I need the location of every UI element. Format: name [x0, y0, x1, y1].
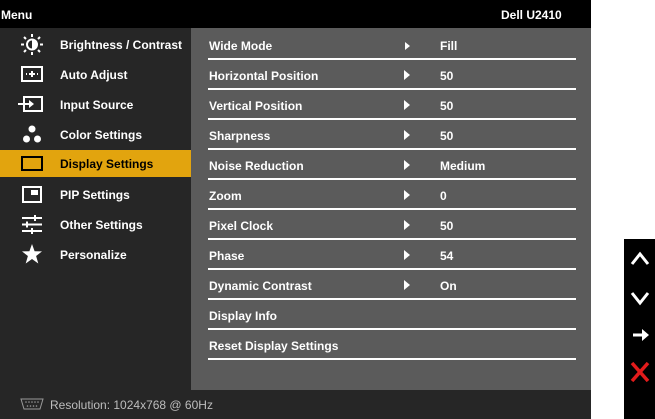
sidebar-item-label: Brightness / Contrast [60, 38, 183, 52]
up-arrow-icon[interactable] [628, 247, 652, 271]
sidebar-item-label: Display Settings [60, 157, 154, 171]
chevron-right-icon [404, 130, 410, 140]
row-label: Sharpness [209, 129, 271, 143]
down-arrow-icon[interactable] [628, 286, 652, 310]
row-value: 50 [440, 99, 454, 113]
chevron-right-icon [404, 70, 410, 80]
menu-row-pixel-clock[interactable]: Pixel Clock 50 [208, 209, 576, 240]
row-label: Noise Reduction [209, 159, 304, 173]
row-label: Display Info [209, 309, 278, 323]
row-label: Vertical Position [209, 99, 303, 113]
menu-row-phase[interactable]: Phase 54 [208, 239, 576, 270]
close-icon[interactable] [628, 360, 652, 384]
input-source-icon [18, 96, 43, 112]
menu-row-display-info[interactable]: Display Info [208, 299, 576, 330]
row-label: Horizontal Position [209, 69, 319, 83]
sidebar: Brightness / Contrast Auto Adjust Input … [0, 28, 191, 390]
row-value: Medium [440, 159, 486, 173]
auto-adjust-icon [21, 66, 43, 82]
osd-menu: Menu Dell U2410 Brightness / Contrast Au… [0, 0, 591, 419]
display-settings-icon [21, 156, 43, 171]
row-label: Zoom [209, 189, 242, 203]
sidebar-item-label: PIP Settings [60, 188, 130, 202]
row-label: Reset Display Settings [209, 339, 339, 353]
sidebar-item-label: Other Settings [60, 218, 143, 232]
sidebar-item-color-settings[interactable]: Color Settings [0, 121, 191, 148]
menu-row-vertical-position[interactable]: Vertical Position 50 [208, 89, 576, 120]
menu-row-sharpness[interactable]: Sharpness 50 [208, 119, 576, 150]
star-icon [22, 244, 42, 264]
monitor-model: Dell U2410 [501, 8, 562, 22]
menu-row-reset-display-settings[interactable]: Reset Display Settings [208, 329, 576, 360]
chevron-right-icon [404, 160, 410, 170]
row-value: 54 [440, 249, 454, 263]
sidebar-item-label: Personalize [60, 248, 127, 262]
status-bar: Resolution: 1024x768 @ 60Hz [0, 390, 591, 419]
settings-panel: Wide Mode Fill Horizontal Position 50 Ve… [191, 28, 591, 390]
sidebar-item-auto-adjust[interactable]: Auto Adjust [0, 61, 191, 88]
vga-icon [20, 398, 44, 410]
sidebar-item-display-settings[interactable]: Display Settings [0, 150, 191, 177]
menu-row-noise-reduction[interactable]: Noise Reduction Medium [208, 149, 576, 180]
chevron-right-icon [404, 100, 410, 110]
row-value: 50 [440, 129, 454, 143]
row-label: Wide Mode [209, 39, 273, 53]
sidebar-item-other-settings[interactable]: Other Settings [0, 211, 191, 238]
brightness-icon [21, 34, 43, 55]
sliders-icon [22, 215, 42, 234]
sidebar-item-label: Color Settings [60, 128, 143, 142]
row-value: On [440, 279, 457, 293]
row-value: 0 [440, 189, 447, 203]
color-settings-icon [23, 125, 41, 143]
title-bar: Menu Dell U2410 [0, 0, 591, 28]
sidebar-item-pip-settings[interactable]: PIP Settings [0, 181, 191, 208]
menu-row-horizontal-position[interactable]: Horizontal Position 50 [208, 59, 576, 90]
row-divider [208, 358, 576, 360]
chevron-right-icon [404, 280, 410, 290]
right-arrow-icon[interactable] [628, 323, 652, 347]
row-value: Fill [440, 39, 458, 53]
row-label: Dynamic Contrast [209, 279, 312, 293]
row-value: 50 [440, 69, 454, 83]
chevron-right-icon [404, 220, 410, 230]
row-value: 50 [440, 219, 454, 233]
menu-title: Menu [1, 8, 33, 22]
menu-row-dynamic-contrast[interactable]: Dynamic Contrast On [208, 269, 576, 300]
chevron-right-icon [404, 250, 410, 260]
sidebar-item-label: Auto Adjust [60, 68, 128, 82]
row-label: Phase [209, 249, 245, 263]
chevron-right-icon [404, 190, 410, 200]
resolution-text: Resolution: 1024x768 @ 60Hz [50, 398, 213, 412]
menu-row-zoom[interactable]: Zoom 0 [208, 179, 576, 210]
chevron-right-icon [405, 42, 410, 50]
row-label: Pixel Clock [209, 219, 274, 233]
osd-button-column [624, 239, 655, 419]
menu-row-wide-mode[interactable]: Wide Mode Fill [208, 29, 576, 60]
sidebar-item-brightness-contrast[interactable]: Brightness / Contrast [0, 31, 191, 58]
pip-icon [22, 186, 42, 203]
sidebar-item-label: Input Source [60, 98, 134, 112]
sidebar-item-input-source[interactable]: Input Source [0, 91, 191, 118]
sidebar-item-personalize[interactable]: Personalize [0, 241, 191, 268]
